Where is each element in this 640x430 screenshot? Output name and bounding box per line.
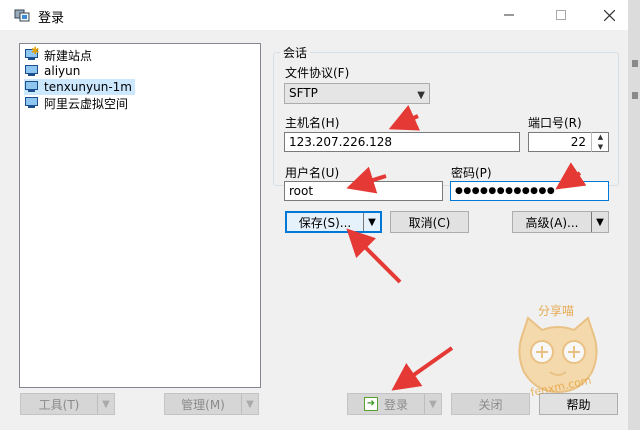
maximize-button[interactable]	[538, 0, 584, 30]
cancel-button[interactable]: 取消(C)	[390, 211, 469, 233]
advanced-button-label: 高级(A)...	[525, 215, 579, 230]
close-dialog-button-label: 关闭	[478, 397, 503, 412]
chevron-down-icon: ▼	[417, 90, 425, 101]
help-button-label: 帮助	[566, 397, 591, 412]
login-button[interactable]: ➜ 登录 ▼	[347, 393, 442, 415]
manage-button[interactable]: 管理(M) ▼	[164, 393, 259, 415]
tree-item-new-site[interactable]: ✱ 新建站点	[24, 46, 95, 63]
host-label: 主机名(H)	[285, 116, 340, 130]
title-bar[interactable]: 登录	[0, 0, 628, 30]
tools-button-label: 工具(T)	[38, 397, 80, 412]
background-window-strip	[628, 0, 640, 430]
chevron-down-icon[interactable]: ▼	[591, 212, 608, 232]
tree-item-label: aliyun	[44, 64, 81, 78]
close-dialog-button[interactable]: 关闭	[451, 393, 530, 415]
advanced-button[interactable]: 高级(A)... ▼	[512, 211, 609, 233]
window-title: 登录	[38, 11, 65, 26]
tree-item-label: tenxunyun-1m	[44, 80, 132, 94]
protocol-select[interactable]: SFTP ▼	[284, 83, 430, 104]
login-button-label: 登录	[383, 397, 408, 412]
host-input[interactable]: 123.207.226.128	[284, 132, 520, 152]
cancel-button-label: 取消(C)	[408, 215, 451, 230]
save-button[interactable]: 保存(S)... ▼	[285, 211, 382, 233]
port-label: 端口号(R)	[528, 116, 582, 130]
spin-up-icon[interactable]: ▲	[592, 132, 609, 142]
tree-item-aliyun[interactable]: aliyun	[24, 63, 83, 79]
session-group-label: 会话	[283, 46, 308, 60]
computer-icon	[24, 64, 40, 78]
minimize-button[interactable]	[486, 0, 532, 30]
tree-item-label: 新建站点	[44, 48, 93, 63]
tools-button[interactable]: 工具(T) ▼	[20, 393, 115, 415]
password-label: 密码(P)	[451, 166, 492, 180]
login-dialog: 登录 ✱ 新建站点 aliyun tenxunyun-1m 阿里云虚拟空间 会话…	[0, 0, 629, 430]
site-tree[interactable]: ✱ 新建站点 aliyun tenxunyun-1m 阿里云虚拟空间	[19, 43, 261, 388]
user-input[interactable]: root	[284, 181, 443, 201]
tree-item-label: 阿里云虚拟空间	[44, 96, 129, 111]
login-icon: ➜	[363, 397, 378, 411]
winscp-app-icon	[14, 8, 30, 22]
chevron-down-icon: ▼	[241, 394, 258, 414]
protocol-label: 文件协议(F)	[285, 66, 350, 80]
manage-button-label: 管理(M)	[181, 397, 225, 412]
chevron-down-icon: ▼	[424, 394, 441, 414]
chevron-down-icon[interactable]: ▼	[363, 213, 380, 231]
protocol-value: SFTP	[289, 86, 318, 100]
tree-item-aliyun-space[interactable]: 阿里云虚拟空间	[24, 95, 131, 111]
tree-item-tenxunyun[interactable]: tenxunyun-1m	[24, 79, 135, 95]
computer-icon	[24, 96, 40, 110]
close-button[interactable]	[586, 0, 632, 30]
new-site-icon: ✱	[24, 46, 40, 62]
password-input[interactable]: ●●●●●●●●●●●●	[450, 181, 609, 201]
help-button[interactable]: 帮助	[539, 393, 618, 415]
port-spinner[interactable]: ▲ ▼	[591, 132, 609, 152]
user-label: 用户名(U)	[285, 166, 340, 180]
computer-icon	[24, 80, 40, 94]
spin-down-icon[interactable]: ▼	[592, 142, 609, 152]
chevron-down-icon: ▼	[97, 394, 114, 414]
svg-text:✱: ✱	[31, 46, 39, 55]
save-button-label: 保存(S)...	[298, 215, 352, 230]
